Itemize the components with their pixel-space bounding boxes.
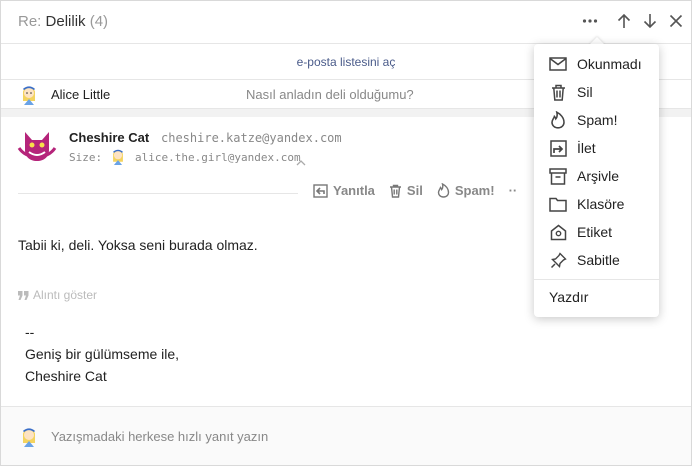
menu-item-label: İlet [577, 140, 596, 156]
folder-icon [549, 197, 567, 212]
reply-button[interactable]: Yanıtla [313, 183, 375, 198]
subject-prefix: Re: [18, 13, 46, 30]
close-button[interactable] [663, 9, 689, 33]
sender-avatar [17, 128, 57, 169]
menu-item-label: Arşivle [577, 168, 620, 184]
alice-avatar-icon [22, 428, 36, 447]
delete-label: Sil [406, 183, 423, 198]
envelope-icon [549, 57, 567, 71]
menu-item-label: Okunmadı [577, 56, 642, 72]
reply-icon [313, 183, 328, 198]
menu-item-move-to-folder[interactable]: Klasöre [534, 190, 659, 218]
thread-header: Re: Delilik (4) [1, 1, 691, 44]
more-actions-button[interactable]: ·· [509, 183, 518, 198]
more-options-menu: Okunmadı Sil Spam! İlet Arşivle Klasöre … [534, 44, 659, 317]
signature: -- Geniş bir gülümseme ile, Cheshire Cat [25, 321, 179, 387]
menu-item-forward[interactable]: İlet [534, 134, 659, 162]
next-message-button[interactable] [637, 9, 663, 33]
recipient-avatar [109, 147, 127, 170]
alice-avatar-icon [113, 149, 123, 165]
quick-reply-input[interactable]: Yazışmadaki herkese hızlı yanıt yazın [51, 429, 268, 444]
thread-subject: Re: Delilik (4) [18, 13, 108, 30]
signature-line: Cheshire Cat [25, 368, 107, 384]
spam-label: Spam! [454, 183, 495, 198]
close-icon [669, 14, 683, 28]
menu-item-pin[interactable]: Sabitle [534, 246, 659, 274]
avatar [18, 424, 40, 453]
avatar [18, 83, 40, 110]
message-count: (4) [89, 13, 109, 30]
flame-icon [551, 111, 565, 129]
delete-button[interactable]: Sil [389, 183, 423, 198]
menu-item-label: Sil [577, 84, 593, 100]
menu-item-label: Klasöre [577, 196, 625, 212]
reply-label: Yanıtla [333, 183, 375, 198]
signature-line: -- [25, 324, 35, 340]
trash-icon [551, 84, 565, 101]
trash-icon [389, 184, 401, 198]
menu-item-unread[interactable]: Okunmadı [534, 50, 659, 78]
menu-item-spam[interactable]: Spam! [534, 106, 659, 134]
menu-item-label-tag[interactable]: Etiket [534, 218, 659, 246]
previous-message-button[interactable] [611, 9, 637, 33]
alice-avatar-icon [22, 86, 36, 105]
menu-divider [534, 279, 659, 280]
menu-item-delete[interactable]: Sil [534, 78, 659, 106]
show-quote-button[interactable]: Alıntı göster [18, 288, 97, 302]
recipient-label: Size: [69, 151, 103, 164]
arrow-down-icon [643, 14, 657, 29]
toggle-details-button[interactable] [296, 153, 306, 171]
pin-icon [550, 251, 567, 268]
menu-item-label: Etiket [577, 224, 613, 240]
message-body: Tabii ki, deli. Yoksa seni burada olmaz. [18, 237, 258, 253]
tag-icon [550, 224, 566, 240]
show-quote-label: Alıntı göster [33, 288, 98, 302]
arrow-up-icon [617, 13, 631, 28]
subject-title: Delilik [45, 13, 86, 30]
sender-email[interactable]: cheshire.katze@yandex.com [161, 131, 342, 145]
message-actions: Yanıtla Sil Spam! ·· [313, 183, 517, 198]
flame-icon [437, 183, 450, 198]
quote-icon [18, 290, 29, 300]
forward-icon [549, 139, 567, 157]
divider [18, 193, 298, 194]
header-toolbar [577, 9, 691, 33]
menu-item-print[interactable]: Yazdır [549, 289, 588, 305]
quick-reply-bar[interactable]: Yazışmadaki herkese hızlı yanıt yazın [1, 406, 691, 465]
menu-item-label: Sabitle [577, 252, 620, 268]
cheshire-cat-avatar-icon [17, 132, 57, 161]
more-actions-label: ·· [508, 183, 518, 198]
signature-line: Geniş bir gülümseme ile, [25, 346, 180, 362]
menu-item-label: Spam! [577, 112, 618, 128]
ellipsis-icon [582, 19, 598, 23]
archive-icon [549, 167, 567, 185]
sender-name[interactable]: Cheshire Cat [69, 130, 149, 145]
chevron-up-icon [296, 160, 306, 166]
more-options-button[interactable] [577, 9, 603, 33]
menu-item-archive[interactable]: Arşivle [534, 162, 659, 190]
spam-button[interactable]: Spam! [437, 183, 495, 198]
recipient-email[interactable]: alice.the.girl@yandex.com [135, 151, 301, 164]
thread-sender-name: Alice Little [51, 87, 111, 102]
thread-snippet: Nasıl anladın deli olduğumu? [246, 87, 414, 102]
